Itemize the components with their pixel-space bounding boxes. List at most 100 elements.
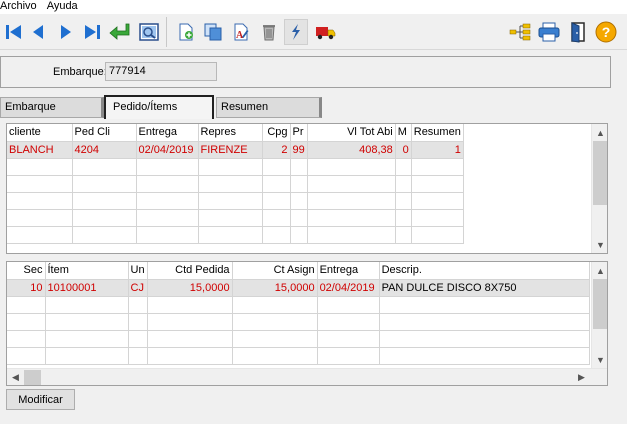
cell-descrip[interactable] xyxy=(379,296,590,314)
scroll-right-icon[interactable]: ▶ xyxy=(573,369,590,385)
cell-ctd-pedida[interactable] xyxy=(147,296,233,314)
col-descrip[interactable]: Descrip. xyxy=(379,262,590,280)
col-resumen[interactable]: Resumen xyxy=(411,124,464,142)
cell-entrega[interactable] xyxy=(317,330,380,348)
cell-vl-tot-abi[interactable]: 408,38 xyxy=(307,141,396,159)
scroll-left-icon[interactable]: ◀ xyxy=(7,369,24,385)
cell-resumen[interactable] xyxy=(411,226,464,244)
exit-door-icon[interactable] xyxy=(566,19,590,45)
cell-cliente[interactable] xyxy=(7,226,73,244)
cell-vl-tot-abi[interactable] xyxy=(307,209,396,227)
next-record-icon[interactable] xyxy=(54,19,78,45)
cell-ct-asign[interactable] xyxy=(232,313,318,331)
cell-resumen[interactable] xyxy=(411,209,464,227)
cell-vl-tot-abi[interactable] xyxy=(307,226,396,244)
cell-cpg[interactable]: 2 xyxy=(262,141,291,159)
col-entrega[interactable]: Entrega xyxy=(317,262,380,280)
cell-cliente[interactable] xyxy=(7,175,73,193)
scroll-up-icon[interactable]: ▲ xyxy=(592,124,607,141)
table-row[interactable]: 10 10100001 CJ 15,0000 15,0000 02/04/2019 PAN … xyxy=(7,279,590,297)
cell-vl-tot-abi[interactable] xyxy=(307,175,396,193)
cell-entrega[interactable]: 02/04/2019 xyxy=(317,279,380,297)
col-cliente[interactable]: cliente xyxy=(7,124,73,142)
tree-structure-icon[interactable] xyxy=(508,19,532,45)
cell-m[interactable]: 0 xyxy=(395,141,412,159)
cell-ctd-pedida[interactable] xyxy=(147,313,233,331)
lightning-icon[interactable] xyxy=(284,19,308,45)
tab-resumen[interactable]: Resumen xyxy=(216,97,322,118)
cell-ctd-pedida[interactable] xyxy=(147,347,233,365)
cell-cpg[interactable] xyxy=(262,226,291,244)
cell-entrega[interactable] xyxy=(317,347,380,365)
col-entrega[interactable]: Entrega xyxy=(136,124,199,142)
cell-item[interactable] xyxy=(45,296,129,314)
table-row[interactable] xyxy=(7,175,464,193)
cell-un[interactable] xyxy=(128,347,148,365)
cell-pr[interactable] xyxy=(290,209,308,227)
scroll-thumb[interactable] xyxy=(24,370,41,385)
cell-ped-cli[interactable]: 4204 xyxy=(72,141,137,159)
cell-entrega[interactable] xyxy=(136,175,199,193)
cell-entrega[interactable] xyxy=(136,158,199,176)
cell-un[interactable] xyxy=(128,330,148,348)
cell-m[interactable] xyxy=(395,158,412,176)
cell-cliente[interactable]: BLANCH xyxy=(7,141,73,159)
cell-descrip[interactable] xyxy=(379,330,590,348)
return-arrow-icon[interactable] xyxy=(108,19,132,45)
table-row[interactable] xyxy=(7,158,464,176)
table-row[interactable] xyxy=(7,226,464,244)
cell-ped-cli[interactable] xyxy=(72,226,137,244)
edit-document-icon[interactable]: A xyxy=(229,19,253,45)
col-m[interactable]: M xyxy=(395,124,412,142)
cell-sec[interactable] xyxy=(7,330,46,348)
menu-archivo[interactable]: Archivo xyxy=(0,0,45,14)
col-un[interactable]: Un xyxy=(128,262,148,280)
orders-vertical-scrollbar[interactable]: ▲ ▼ xyxy=(591,124,607,253)
cell-entrega[interactable] xyxy=(136,192,199,210)
cell-pr[interactable] xyxy=(290,226,308,244)
cell-un[interactable] xyxy=(128,313,148,331)
cell-resumen[interactable] xyxy=(411,192,464,210)
cell-pr[interactable]: 99 xyxy=(290,141,308,159)
cell-pr[interactable] xyxy=(290,192,308,210)
col-ct-asign[interactable]: Ct Asign xyxy=(232,262,318,280)
cell-cpg[interactable] xyxy=(262,175,291,193)
col-vl-tot-abi[interactable]: Vl Tot Abi xyxy=(307,124,396,142)
scroll-down-icon[interactable]: ▼ xyxy=(592,236,607,253)
cell-un[interactable]: CJ xyxy=(128,279,148,297)
cell-cpg[interactable] xyxy=(262,192,291,210)
cell-descrip[interactable] xyxy=(379,347,590,365)
col-sec[interactable]: Sec xyxy=(7,262,46,280)
cell-ctd-pedida[interactable]: 15,0000 xyxy=(147,279,233,297)
cell-vl-tot-abi[interactable] xyxy=(307,158,396,176)
cell-entrega[interactable] xyxy=(136,226,199,244)
cell-repres[interactable] xyxy=(198,226,263,244)
table-row[interactable] xyxy=(7,296,590,314)
cell-pr[interactable] xyxy=(290,158,308,176)
new-document-icon[interactable] xyxy=(174,19,198,45)
cell-item[interactable] xyxy=(45,330,129,348)
printer-icon[interactable] xyxy=(537,19,561,45)
scroll-thumb[interactable] xyxy=(593,141,607,205)
cell-sec[interactable]: 10 xyxy=(7,279,46,297)
cell-m[interactable] xyxy=(395,226,412,244)
cell-descrip[interactable] xyxy=(379,313,590,331)
tab-pedido-items[interactable]: Pedido/Ítems xyxy=(104,95,214,119)
cell-ct-asign[interactable] xyxy=(232,330,318,348)
table-row[interactable] xyxy=(7,192,464,210)
col-item[interactable]: Ítem xyxy=(45,262,129,280)
copy-icon[interactable] xyxy=(201,19,225,45)
cell-ctd-pedida[interactable] xyxy=(147,330,233,348)
cell-ped-cli[interactable] xyxy=(72,209,137,227)
cell-m[interactable] xyxy=(395,192,412,210)
cell-ct-asign[interactable] xyxy=(232,347,318,365)
cell-item[interactable]: 10100001 xyxy=(45,279,129,297)
scroll-thumb[interactable] xyxy=(593,279,607,329)
cell-cpg[interactable] xyxy=(262,209,291,227)
cell-un[interactable] xyxy=(128,296,148,314)
cell-item[interactable] xyxy=(45,313,129,331)
table-row[interactable] xyxy=(7,209,464,227)
delivery-truck-icon[interactable] xyxy=(313,19,337,45)
cell-cliente[interactable] xyxy=(7,192,73,210)
cell-sec[interactable] xyxy=(7,347,46,365)
